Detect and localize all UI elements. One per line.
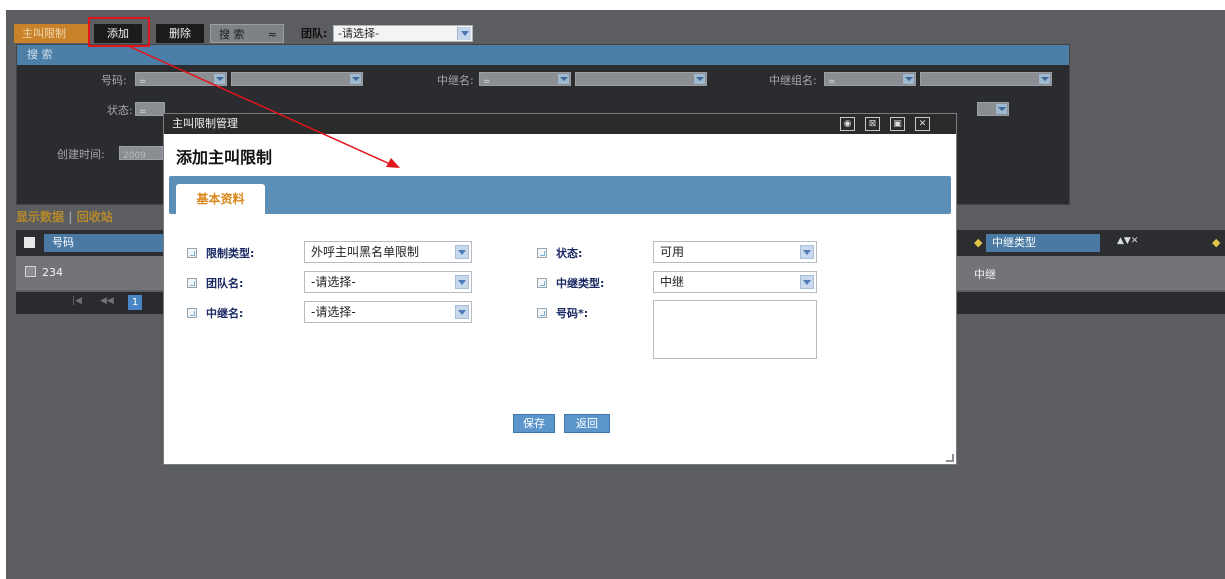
trunk-name-label: 中继名: bbox=[206, 307, 244, 320]
number-textarea[interactable] bbox=[653, 300, 817, 359]
edit-icon bbox=[187, 248, 197, 258]
edit-icon bbox=[187, 308, 197, 318]
team-name-select[interactable]: -请选择- bbox=[304, 271, 472, 293]
trunk-name-select[interactable]: -请选择- bbox=[304, 301, 472, 323]
trunk-name-value: -请选择- bbox=[311, 305, 356, 319]
row-checkbox[interactable] bbox=[25, 266, 36, 277]
column-header-trunk-type[interactable]: 中继类型 bbox=[986, 234, 1100, 252]
row-number-cell: 234 bbox=[42, 266, 63, 279]
data-links: 显示数据 | 回收站 bbox=[16, 208, 113, 225]
column-header-number[interactable]: 号码 bbox=[44, 234, 164, 252]
back-button[interactable]: 返回 bbox=[564, 414, 610, 433]
links-separator: | bbox=[68, 210, 73, 224]
limit-type-value: 外呼主叫黑名单限制 bbox=[311, 245, 420, 259]
status-value: 可用 bbox=[660, 245, 685, 259]
resize-handle[interactable] bbox=[946, 454, 954, 462]
annotation-arrow-line bbox=[125, 44, 391, 165]
edit-icon bbox=[537, 308, 547, 318]
app-screen: 主叫限制 添加 删除 搜 索 ≈ 团队: -请选择- 搜 索 号码: = 中继名… bbox=[6, 10, 1225, 579]
save-button[interactable]: 保存 bbox=[513, 414, 555, 433]
trunk-type-label: 中继类型: bbox=[556, 277, 605, 290]
trunk-type-select[interactable]: 中继 bbox=[653, 271, 817, 293]
arrow-left-icon: ◆ bbox=[974, 236, 983, 249]
show-data-link[interactable]: 显示数据 bbox=[16, 210, 64, 224]
prev-page-icon[interactable]: ◀◀ bbox=[100, 296, 114, 306]
annotation-arrow bbox=[125, 44, 400, 168]
chevron-down-icon bbox=[455, 245, 469, 259]
first-page-icon[interactable]: |◀ bbox=[72, 296, 82, 306]
edit-icon bbox=[537, 248, 547, 258]
number-label: 号码*: bbox=[556, 307, 589, 320]
team-name-value: -请选择- bbox=[311, 275, 356, 289]
chevron-down-icon bbox=[455, 275, 469, 289]
limit-type-label: 限制类型: bbox=[206, 247, 255, 260]
recycle-bin-link[interactable]: 回收站 bbox=[77, 210, 113, 224]
status-select[interactable]: 可用 bbox=[653, 241, 817, 263]
sort-icons[interactable]: ▲▼✕ bbox=[1117, 236, 1138, 246]
limit-type-select[interactable]: 外呼主叫黑名单限制 bbox=[304, 241, 472, 263]
chevron-down-icon bbox=[800, 275, 814, 289]
page-number[interactable]: 1 bbox=[128, 295, 142, 310]
edit-icon bbox=[187, 278, 197, 288]
chevron-down-icon bbox=[800, 245, 814, 259]
chevron-down-icon bbox=[455, 305, 469, 319]
team-name-label: 团队名: bbox=[206, 277, 244, 290]
trunk-type-value: 中继 bbox=[660, 275, 685, 289]
edit-icon bbox=[537, 278, 547, 288]
select-all-checkbox[interactable] bbox=[24, 237, 35, 248]
arrow-left-icon: ◆ bbox=[1212, 236, 1221, 249]
status-label: 状态: bbox=[556, 247, 583, 260]
row-trunk-type-cell: 中继 bbox=[974, 268, 996, 281]
